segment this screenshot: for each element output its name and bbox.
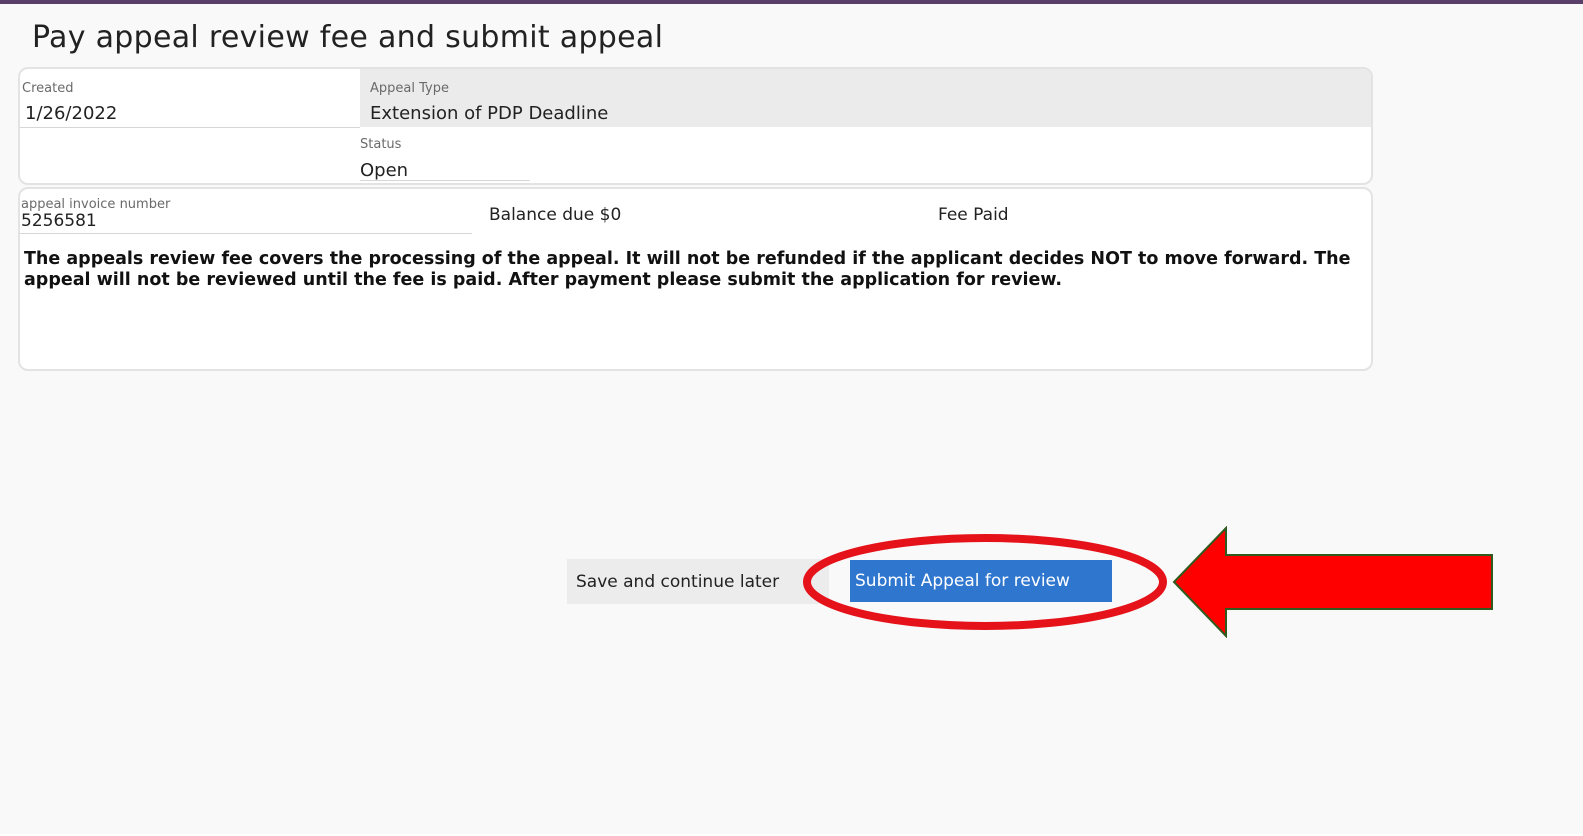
invoice-label: appeal invoice number xyxy=(21,197,171,212)
fee-status: Fee Paid xyxy=(938,205,1009,225)
status-value: Open xyxy=(360,160,409,181)
page-body: Pay appeal review fee and submit appeal … xyxy=(0,4,1583,836)
appeal-type-field: Appeal Type Extension of PDP Deadline xyxy=(360,69,1371,127)
submit-appeal-button[interactable]: Submit Appeal for review xyxy=(850,560,1112,602)
invoice-value: 5256581 xyxy=(21,211,97,231)
invoice-underline xyxy=(20,233,472,234)
appeal-type-label: Appeal Type xyxy=(370,81,449,96)
fee-notice: The appeals review fee covers the proces… xyxy=(24,249,1351,290)
appeal-details-panel: Created 1/26/2022 Appeal Type Extension … xyxy=(18,67,1373,185)
fee-panel: appeal invoice number 5256581 Balance du… xyxy=(18,187,1373,371)
status-field: Status Open xyxy=(360,127,1371,183)
status-label: Status xyxy=(360,137,402,152)
save-continue-later-button[interactable]: Save and continue later xyxy=(567,559,829,604)
created-field: Created 1/26/2022 xyxy=(20,69,360,128)
balance-due: Balance due $0 xyxy=(489,205,622,225)
appeal-type-value: Extension of PDP Deadline xyxy=(370,103,609,124)
invoice-field: appeal invoice number 5256581 xyxy=(20,189,472,235)
page-title: Pay appeal review fee and submit appeal xyxy=(32,20,664,55)
created-label: Created xyxy=(22,81,74,96)
created-value: 1/26/2022 xyxy=(25,103,118,124)
status-underline xyxy=(360,180,530,181)
red-arrow-icon xyxy=(1172,526,1493,638)
